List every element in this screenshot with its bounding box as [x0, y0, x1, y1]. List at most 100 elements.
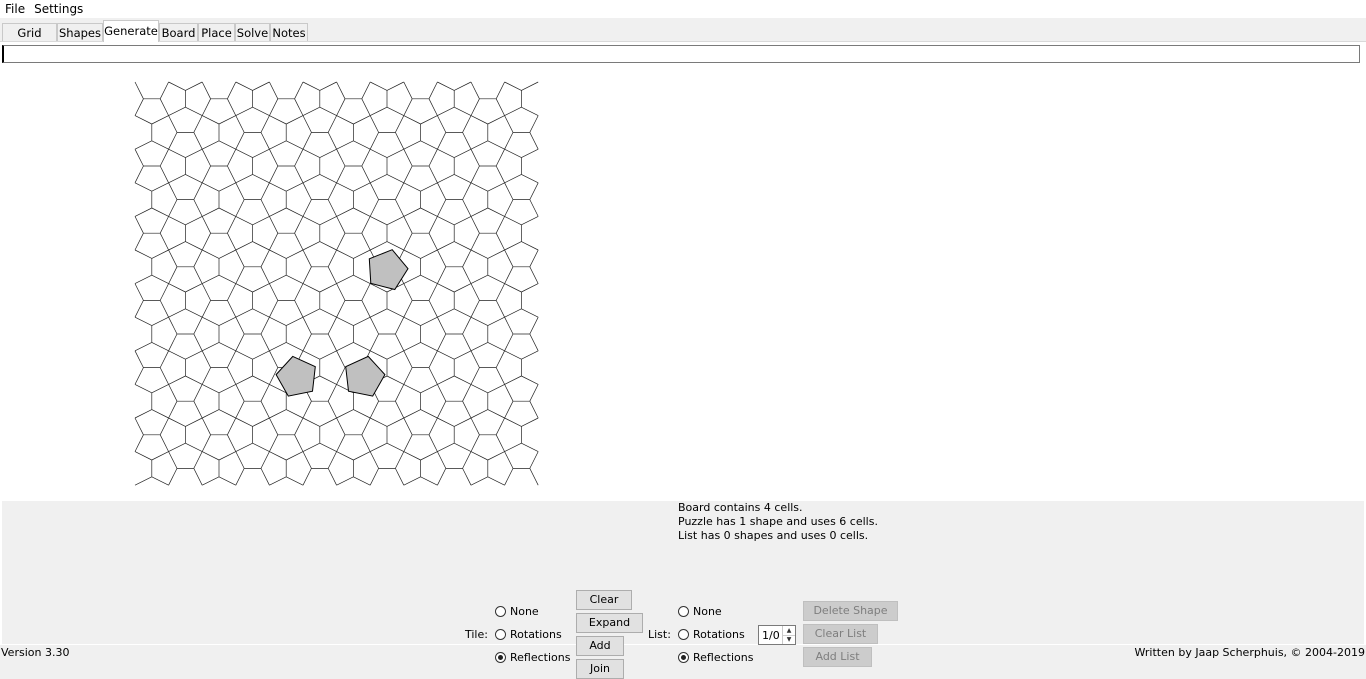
grid-line	[403, 216, 413, 234]
grid-line	[495, 216, 505, 234]
list-rotations-radio[interactable]: Rotations	[678, 626, 745, 642]
grid-line	[201, 434, 211, 452]
grid-line	[235, 451, 245, 469]
expand-button[interactable]: Expand	[576, 613, 643, 633]
grid-line	[302, 174, 320, 184]
grid-line	[260, 333, 270, 351]
grid-line	[386, 241, 404, 251]
grid-line	[252, 81, 270, 91]
grid-line	[470, 115, 488, 125]
grid-line	[386, 106, 404, 116]
grid-line	[218, 207, 236, 217]
grid-line	[168, 132, 178, 150]
grid-line	[260, 384, 270, 402]
grid-line	[428, 149, 438, 167]
grid-line	[159, 216, 169, 234]
spin-down-icon[interactable]: ▼	[783, 635, 795, 644]
grid-line	[235, 106, 253, 116]
grid-line	[202, 451, 220, 461]
menu-settings[interactable]: Settings	[29, 2, 87, 16]
grid-line	[403, 434, 413, 452]
grid-line	[269, 451, 287, 461]
grid-line	[487, 476, 505, 486]
grid-line	[168, 401, 178, 419]
grid-line	[454, 417, 472, 427]
tab-generate[interactable]: Generate	[103, 20, 159, 42]
grid-line	[260, 451, 270, 469]
grid-line	[403, 409, 421, 419]
board-cell	[275, 355, 316, 397]
grid-line	[327, 266, 337, 284]
grid-line	[395, 468, 405, 486]
grid-line	[361, 434, 371, 452]
grid-line	[428, 350, 438, 368]
grid-line	[437, 308, 455, 318]
tab-place[interactable]: Place	[198, 23, 235, 41]
grid-line	[201, 367, 211, 385]
grid-line	[428, 283, 438, 301]
grid-canvas[interactable]	[2, 66, 1364, 500]
grid-line	[168, 417, 186, 427]
generate-text-input[interactable]	[2, 45, 1360, 63]
grid-line	[504, 350, 522, 360]
grid-line	[470, 283, 480, 301]
tab-solve[interactable]: Solve	[235, 23, 270, 41]
grid-line	[420, 316, 438, 326]
grid-line	[336, 140, 354, 150]
grid-line	[168, 350, 186, 360]
tile-rotations-radio[interactable]: Rotations	[495, 626, 562, 642]
grid-line	[286, 451, 304, 461]
grid-line	[218, 115, 236, 125]
grid-line	[269, 434, 279, 452]
tile-none-radio[interactable]: None	[495, 603, 539, 619]
menu-file[interactable]: File	[0, 2, 29, 16]
grid-line	[235, 249, 245, 267]
tab-board[interactable]: Board	[159, 23, 198, 41]
grid-line	[521, 216, 539, 226]
grid-line	[319, 148, 337, 158]
grid-line	[437, 442, 455, 452]
grid-line	[462, 182, 472, 200]
grid-line	[302, 401, 312, 419]
grid-line	[201, 149, 211, 167]
grid-line	[227, 165, 237, 183]
grid-line	[294, 233, 304, 251]
grid-line	[269, 207, 287, 217]
grid-line	[420, 476, 438, 486]
clear-list-button[interactable]: Clear List	[803, 624, 878, 644]
grid-line	[269, 409, 287, 419]
tab-notes[interactable]: Notes	[270, 23, 308, 41]
grid-line	[319, 241, 337, 251]
board-cell	[368, 249, 409, 291]
tab-grid-type[interactable]: Grid type	[2, 23, 57, 58]
grid-line	[269, 81, 279, 99]
grid-line	[504, 468, 514, 486]
grid-line	[269, 417, 279, 435]
grid-line	[437, 333, 447, 351]
delete-shape-button[interactable]: Delete Shape	[803, 601, 898, 621]
grid-line	[168, 174, 186, 184]
grid-line	[470, 216, 480, 234]
tab-shapes[interactable]: Shapes	[57, 23, 103, 41]
pentagon-grid[interactable]	[2, 66, 1364, 500]
grid-line	[319, 375, 337, 385]
grid-line	[218, 316, 236, 326]
grid-line	[302, 199, 312, 217]
grid-line	[386, 174, 404, 184]
version-text: Version 3.30	[1, 646, 70, 659]
list-index-spinner[interactable]: 1/0 ▲ ▼	[758, 625, 796, 645]
grid-line	[428, 300, 438, 318]
grid-line	[336, 274, 354, 284]
grid-line	[353, 342, 371, 352]
grid-line	[134, 98, 144, 116]
grid-line	[462, 401, 472, 419]
join-button[interactable]: Join	[576, 659, 624, 679]
clear-button[interactable]: Clear	[576, 590, 632, 610]
grid-line	[168, 375, 186, 385]
grid-line	[235, 266, 245, 284]
grid-line	[428, 417, 438, 435]
grid-line	[151, 409, 169, 419]
grid-line	[420, 409, 438, 419]
list-none-radio[interactable]: None	[678, 603, 722, 619]
grid-line	[302, 350, 320, 360]
